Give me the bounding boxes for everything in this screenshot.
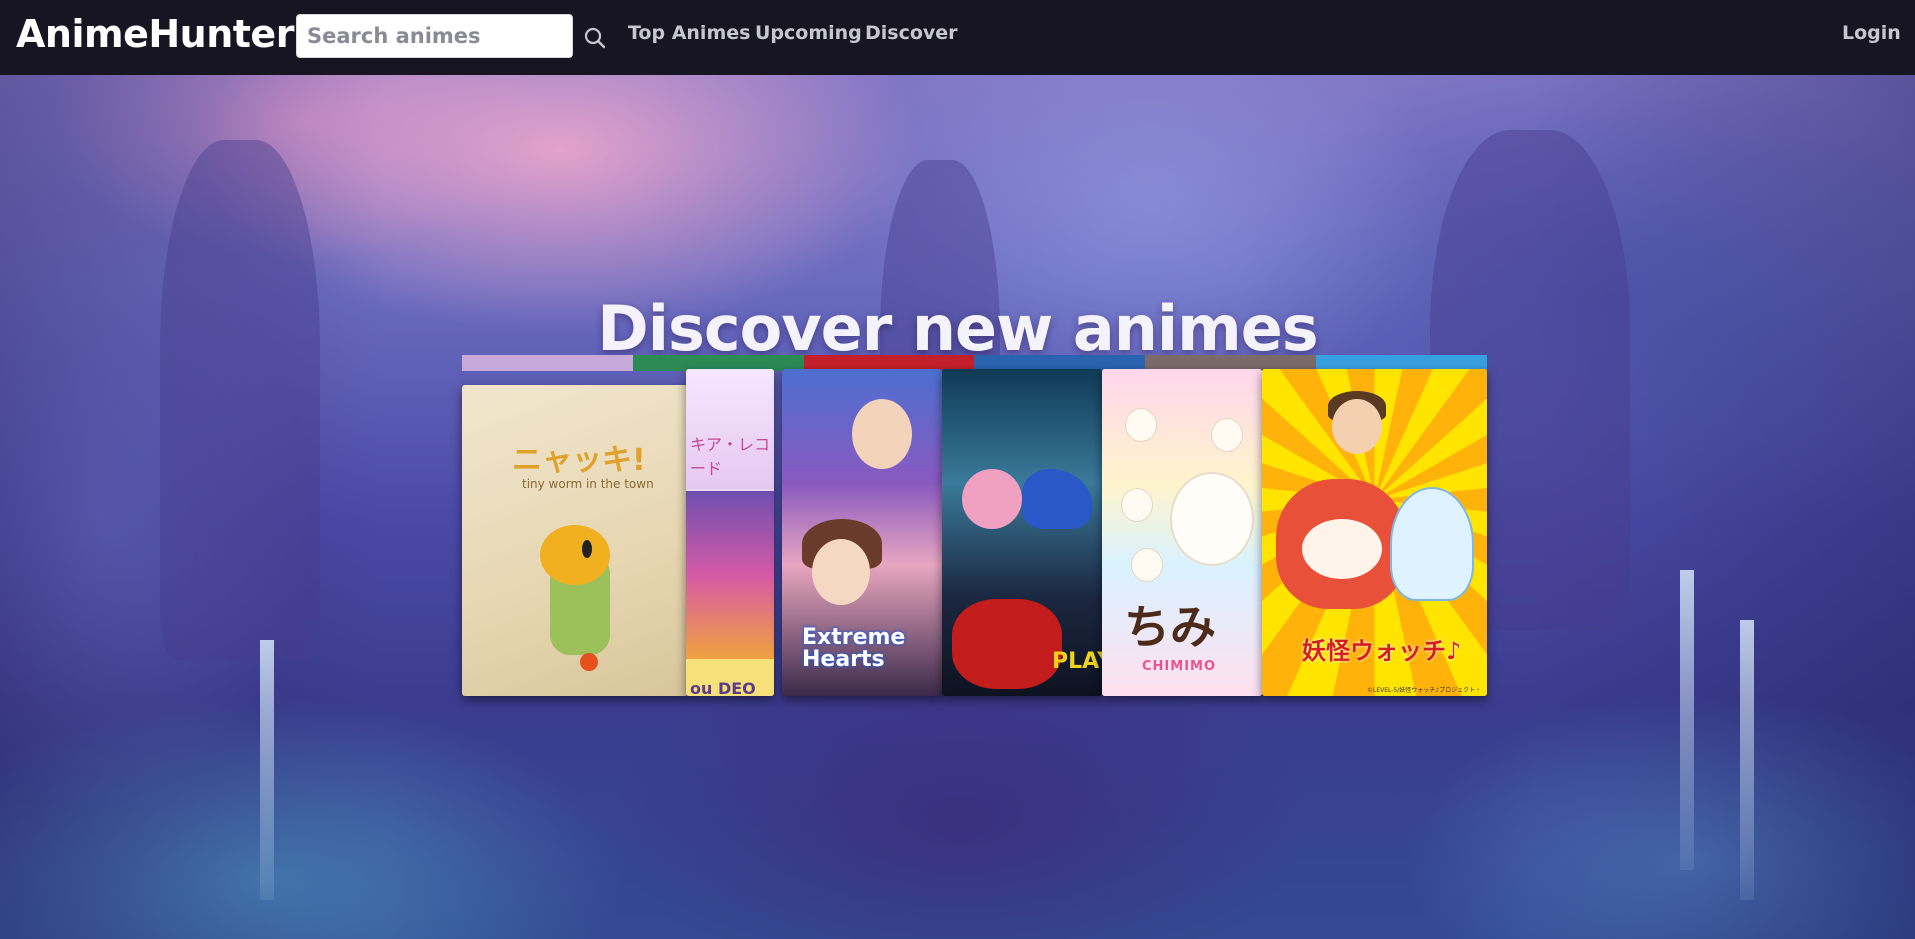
login-link[interactable]: Login [1842, 22, 1901, 44]
character-face [812, 539, 870, 605]
character-face [852, 399, 912, 469]
robot-illustration [952, 599, 1062, 689]
cover-top-text: キア・レコード [690, 435, 771, 478]
anime-cover-shinkalion[interactable]: PLAY [942, 369, 1102, 696]
anime-cover-carousel: ニャッキ! tiny worm in the town キア・レコード ou D… [462, 355, 1487, 697]
whisper-illustration [1392, 489, 1472, 599]
anime-cover-chimimo[interactable]: ちみ CHIMIMO [1102, 369, 1262, 696]
mascot-main [1172, 474, 1252, 564]
cover-logo: ちみ [1124, 600, 1216, 654]
waterfall-right [1680, 570, 1694, 870]
cliff-left [160, 140, 320, 660]
character-pink [962, 469, 1022, 529]
top-navbar: AnimeHunter Top Animes Upcoming Discover… [0, 0, 1915, 75]
cover-logo: 妖怪ウォッチ♪ [1302, 637, 1462, 665]
fruit-illustration [580, 653, 598, 671]
anime-cover-extreme-hearts[interactable]: Extreme Hearts [782, 369, 942, 696]
character-face [1332, 399, 1382, 454]
search-input[interactable] [296, 14, 573, 58]
nav-top-animes[interactable]: Top Animes [628, 22, 750, 44]
waterfall-right-2 [1740, 620, 1754, 900]
nav-upcoming[interactable]: Upcoming [755, 22, 862, 44]
cover-title: ニャッキ! [512, 443, 646, 478]
mascot-small [1126, 409, 1156, 441]
cover-copyright: ©LEVEL-5/妖怪ウォッチ♪プロジェクト・テレビ東京 [1367, 687, 1482, 694]
anime-cover-prichan[interactable]: キア・レコード ou DEO [686, 369, 774, 696]
mascot-small [1132, 549, 1162, 581]
waterfall-left [260, 640, 274, 900]
mascot-small [1122, 489, 1152, 521]
brand-logo[interactable]: AnimeHunter [16, 12, 294, 56]
cover-logo: PLAY [1052, 649, 1102, 674]
cover-logo: ou DEO [690, 679, 756, 696]
cover-logo: Extreme Hearts [802, 625, 906, 672]
anime-cover-nyacchi[interactable]: ニャッキ! tiny worm in the town [462, 385, 688, 696]
search-icon[interactable] [582, 24, 610, 52]
jibanyan-face [1302, 519, 1382, 579]
worm-head [540, 525, 610, 585]
nav-discover[interactable]: Discover [865, 22, 958, 44]
mascot-small [1212, 419, 1242, 451]
hero-title-text: Discover new animes [597, 291, 1318, 365]
cover-art-middle [686, 491, 774, 661]
hero-title: Discover new animes [0, 292, 1915, 365]
anime-cover-yokai-watch[interactable]: 妖怪ウォッチ♪ ©LEVEL-5/妖怪ウォッチ♪プロジェクト・テレビ東京 [1262, 369, 1487, 696]
cover-subtitle: CHIMIMO [1142, 659, 1217, 674]
worm-eye [582, 540, 592, 558]
cover-subtitle: tiny worm in the town [522, 477, 654, 491]
